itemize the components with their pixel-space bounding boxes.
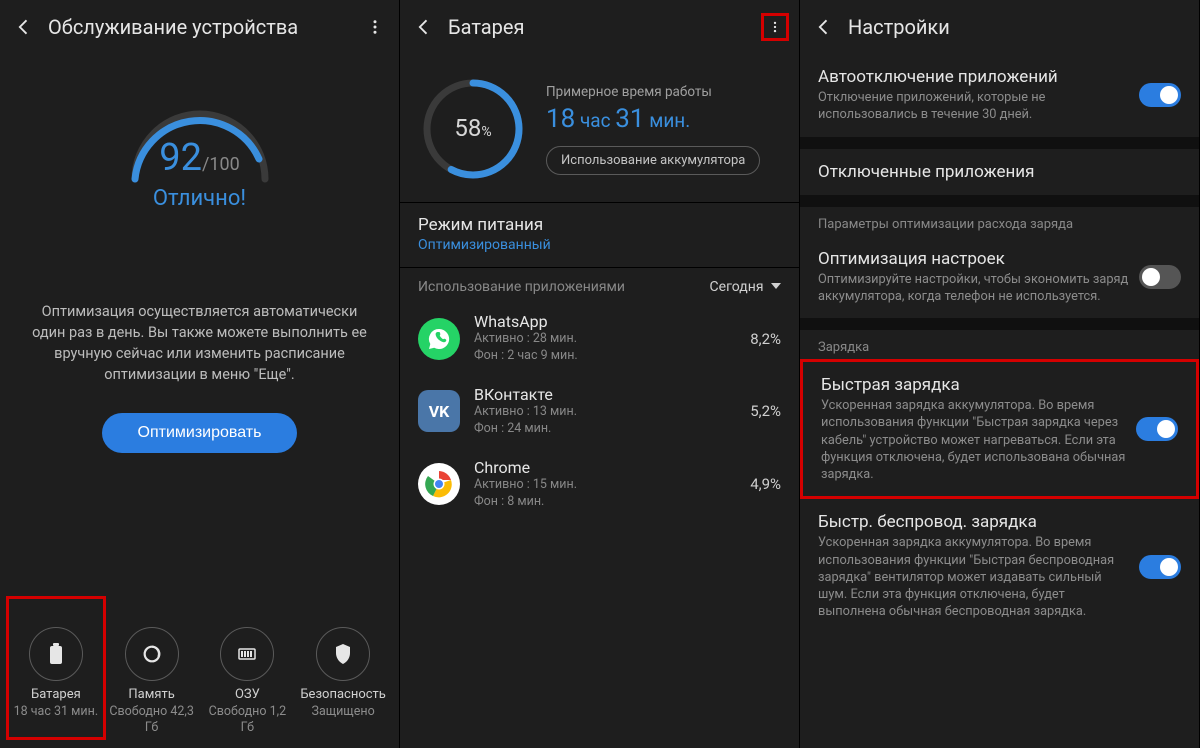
battery-usage-button[interactable]: Использование аккумулятора — [546, 146, 760, 175]
battery-donut: 58% — [418, 74, 528, 184]
app-active: Активно : 28 мин. — [474, 331, 750, 348]
row-desc: Ускоренная зарядка аккумулятора. Во врем… — [821, 397, 1126, 483]
score-value: 92/100 — [115, 136, 285, 180]
fast-charging-toggle[interactable] — [1136, 417, 1178, 441]
battery-icon[interactable] — [29, 627, 83, 681]
row-title: Быстр. беспровод. зарядка — [818, 512, 1129, 532]
page-title: Настройки — [848, 15, 1189, 39]
device-care-panel: Обслуживание устройства 92/100 Отлично! … — [0, 0, 400, 748]
app-percent: 4,9% — [750, 475, 781, 493]
auto-disable-toggle[interactable] — [1139, 83, 1181, 107]
app-active: Активно : 15 мин. — [474, 477, 750, 494]
usage-header: Использование приложениями Сегодня — [400, 268, 799, 302]
divider — [800, 195, 1199, 207]
back-icon[interactable] — [410, 13, 438, 41]
app-bg: Фон : 24 мин. — [474, 421, 750, 438]
app-percent: 8,2% — [750, 330, 781, 348]
vk-icon: VK — [418, 390, 460, 432]
tile-label: ОЗУ — [203, 687, 291, 702]
storage-icon[interactable] — [125, 627, 179, 681]
battery-percent: 58% — [418, 114, 528, 142]
app-row-chrome[interactable]: Chrome Активно : 15 мин. Фон : 8 мин. 4,… — [400, 448, 799, 521]
app-bg: Фон : 8 мин. — [474, 494, 750, 511]
power-mode-title: Режим питания — [418, 215, 781, 235]
power-mode-value: Оптимизированный — [418, 237, 781, 253]
app-percent: 5,2% — [750, 402, 781, 420]
optimize-settings-row[interactable]: Оптимизация настроек Оптимизируйте настр… — [800, 236, 1199, 319]
app-name: Chrome — [474, 458, 750, 477]
more-icon[interactable] — [361, 13, 389, 41]
shield-icon[interactable] — [316, 627, 370, 681]
score-number: 92 — [159, 136, 202, 180]
battery-panel: Батарея 58% Примерное время работы 18 ча… — [400, 0, 800, 748]
estimate-time: 18 час 31 мин. — [546, 104, 781, 134]
row-title: Автоотключение приложений — [818, 67, 1129, 87]
more-icon[interactable] — [761, 13, 789, 41]
score-gauge: 92/100 Отлично! — [0, 54, 399, 211]
row-desc: Отключение приложений, которые не исполь… — [818, 89, 1129, 124]
header: Обслуживание устройства — [0, 0, 399, 54]
row-desc: Ускоренная зарядка аккумулятора. Во врем… — [818, 534, 1129, 620]
back-icon[interactable] — [10, 13, 38, 41]
header: Батарея — [400, 0, 799, 54]
app-row-vk[interactable]: VK ВКонтакте Активно : 13 мин. Фон : 24 … — [400, 375, 799, 448]
storage-tile[interactable]: Память Свободно 42,3 Гб — [108, 627, 196, 737]
estimate-label: Примерное время работы — [546, 84, 781, 100]
fast-charging-row[interactable]: Быстрая зарядка Ускоренная зарядка аккум… — [800, 359, 1199, 499]
row-title: Отключенные приложения — [818, 162, 1171, 182]
optimize-settings-toggle[interactable] — [1139, 265, 1181, 289]
app-bg: Фон : 2 час 9 мин. — [474, 348, 750, 365]
power-mode-row[interactable]: Режим питания Оптимизированный — [400, 203, 799, 268]
tile-label: Безопасность — [299, 687, 387, 702]
ram-icon[interactable] — [220, 627, 274, 681]
optimize-button[interactable]: Оптимизировать — [102, 413, 298, 453]
tile-sub: 18 час 31 мин. — [12, 704, 100, 720]
back-icon[interactable] — [810, 13, 838, 41]
divider — [800, 318, 1199, 330]
row-title: Быстрая зарядка — [821, 375, 1126, 395]
security-tile[interactable]: Безопасность Защищено — [299, 627, 387, 737]
chrome-icon — [418, 463, 460, 505]
wireless-fast-charging-toggle[interactable] — [1139, 555, 1181, 579]
auto-disable-apps-row[interactable]: Автоотключение приложений Отключение при… — [800, 54, 1199, 137]
row-desc: Оптимизируйте настройки, чтобы экономить… — [818, 271, 1129, 306]
period-selector[interactable]: Сегодня — [710, 279, 781, 295]
settings-panel: Настройки Автоотключение приложений Откл… — [800, 0, 1200, 748]
optimization-description: Оптимизация осуществляется автоматически… — [0, 301, 399, 385]
divider — [800, 137, 1199, 149]
charging-section-header: Зарядка — [800, 330, 1199, 359]
wireless-fast-charging-row[interactable]: Быстр. беспровод. зарядка Ускоренная зар… — [800, 499, 1199, 633]
tile-label: Память — [108, 687, 196, 702]
bottom-nav: Батарея 18 час 31 мин. Память Свободно 4… — [0, 627, 399, 737]
app-name: WhatsApp — [474, 312, 750, 331]
app-name: ВКонтакте — [474, 385, 750, 404]
tile-sub: Защищено — [299, 704, 387, 720]
app-row-whatsapp[interactable]: WhatsApp Активно : 28 мин. Фон : 2 час 9… — [400, 302, 799, 375]
usage-by-apps-label: Использование приложениями — [418, 278, 625, 296]
battery-summary: 58% Примерное время работы 18 час 31 мин… — [400, 54, 799, 203]
whatsapp-icon — [418, 318, 460, 360]
battery-tile[interactable]: Батарея 18 час 31 мин. — [12, 627, 100, 737]
optimization-section-header: Параметры оптимизации расхода заряда — [800, 207, 1199, 236]
disabled-apps-row[interactable]: Отключенные приложения — [800, 149, 1199, 195]
header: Настройки — [800, 0, 1199, 54]
app-active: Активно : 13 мин. — [474, 404, 750, 421]
score-max: /100 — [202, 154, 240, 175]
tile-sub: Свободно 42,3 Гб — [108, 704, 196, 737]
page-title: Обслуживание устройства — [48, 15, 361, 39]
ram-tile[interactable]: ОЗУ Свободно 1,2 Гб — [203, 627, 291, 737]
row-title: Оптимизация настроек — [818, 249, 1129, 269]
tile-sub: Свободно 1,2 Гб — [203, 704, 291, 737]
page-title: Батарея — [448, 15, 761, 39]
tile-label: Батарея — [12, 687, 100, 702]
